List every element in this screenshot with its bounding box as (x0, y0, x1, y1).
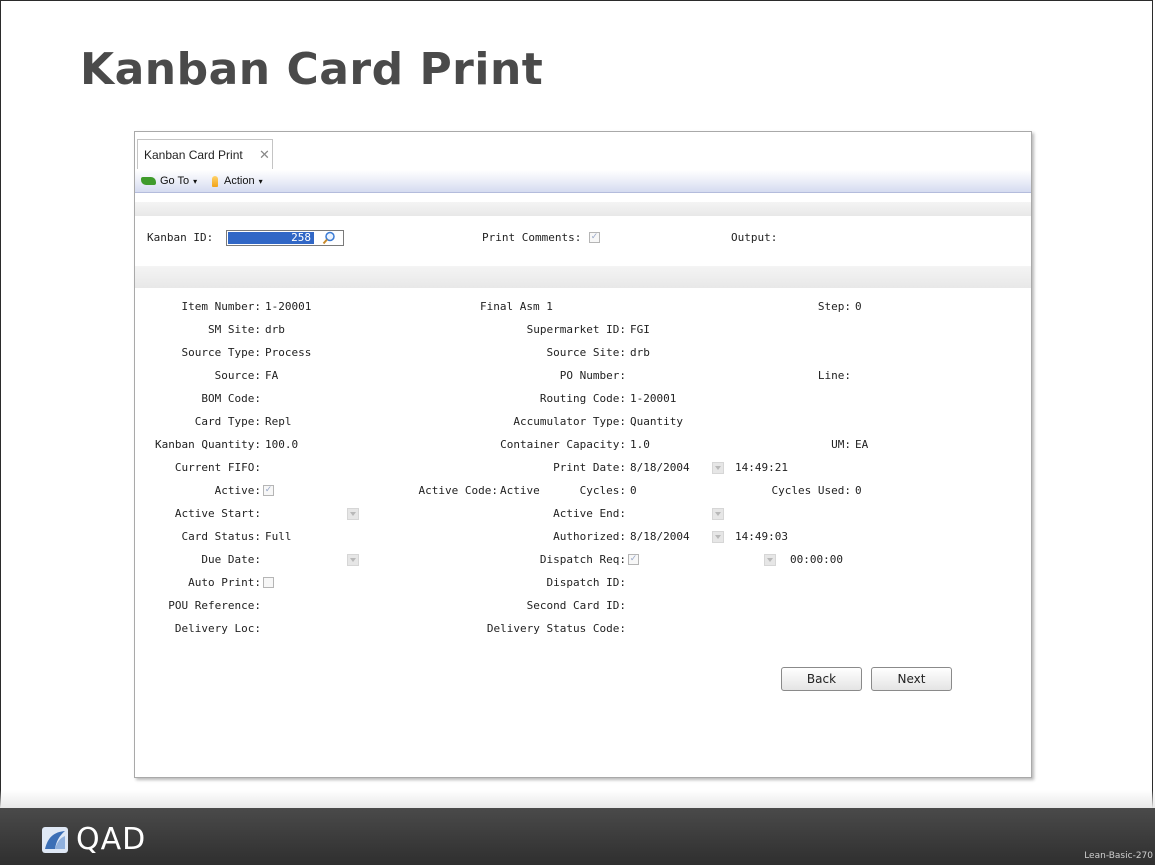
goto-menu[interactable]: Go To ▾ (141, 174, 197, 188)
authorized-time-value: 14:49:03 (735, 530, 788, 543)
cycles-value: 0 (630, 484, 637, 497)
kanban-quantity-label: Kanban Quantity: (155, 438, 261, 451)
accumulator-type-label: Accumulator Type: (513, 415, 626, 428)
item-number-value: 1-20001 (265, 300, 312, 313)
search-icon[interactable] (322, 231, 336, 245)
toolbar: Go To ▾ Action ▾ (135, 170, 1031, 193)
qad-logo-text: QAD (76, 822, 147, 857)
slide-title: Kanban Card Print (80, 44, 544, 95)
print-date-value: 8/18/2004 (630, 461, 690, 474)
next-button[interactable]: Next (871, 667, 952, 691)
delivery-loc-label: Delivery Loc: (174, 622, 261, 635)
source-type-label: Source Type: (181, 346, 261, 359)
due-date-dropdown[interactable] (347, 554, 359, 566)
print-comments-checkbox[interactable]: ✓ (589, 232, 600, 243)
second-card-id-label: Second Card ID: (526, 599, 626, 612)
authorized-value: 8/18/2004 (630, 530, 690, 543)
card-type-value: Repl (265, 415, 292, 428)
routing-code-value: 1-20001 (630, 392, 677, 405)
action-menu[interactable]: Action ▾ (212, 174, 263, 188)
active-checkbox[interactable]: ✓ (263, 485, 274, 496)
um-label: UM: (831, 438, 851, 451)
supermarket-id-value: FGI (630, 323, 650, 336)
lightbulb-icon (212, 175, 218, 187)
goto-arrow-icon (141, 177, 156, 186)
detail-band (135, 266, 1031, 288)
print-comments-label: Print Comments: (482, 231, 582, 244)
dispatch-req-checkbox[interactable]: ✓ (628, 554, 639, 565)
active-end-label: Active End: (553, 507, 626, 520)
back-button[interactable]: Back (781, 667, 862, 691)
cycles-label: Cycles: (579, 484, 626, 497)
cycles-used-value: 0 (855, 484, 862, 497)
source-site-value: drb (630, 346, 650, 359)
dispatch-time-value: 00:00:00 (790, 553, 843, 566)
cycles-used-label: Cycles Used: (771, 484, 851, 497)
due-date-label: Due Date: (201, 553, 261, 566)
active-end-dropdown[interactable] (712, 508, 724, 520)
footer-fade (0, 790, 1155, 808)
print-date-label: Print Date: (553, 461, 626, 474)
po-number-label: PO Number: (559, 369, 626, 382)
current-fifo-label: Current FIFO: (174, 461, 261, 474)
pou-reference-label: POU Reference: (168, 599, 261, 612)
step-label: Step: (817, 300, 851, 313)
app-window: Kanban Card Print ✕ Go To ▾ Action ▾ Kanba… (134, 131, 1032, 778)
goto-label: Go To (160, 175, 190, 187)
card-status-value: Full (265, 530, 292, 543)
kanban-quantity-value: 100.0 (265, 438, 299, 451)
output-label: Output: (731, 231, 778, 244)
source-label: Source: (214, 369, 261, 382)
sm-site-label: SM Site: (208, 323, 261, 336)
card-status-label: Card Status: (181, 530, 261, 543)
tab-label: Kanban Card Print (144, 148, 243, 162)
step-value: 0 (855, 300, 862, 313)
source-site-label: Source Site: (546, 346, 626, 359)
accumulator-type-value: Quantity (630, 415, 683, 428)
active-start-dropdown[interactable] (347, 508, 359, 520)
source-type-value: Process (265, 346, 312, 359)
sm-site-value: drb (265, 323, 285, 336)
delivery-status-code-label: Delivery Status Code: (486, 622, 626, 635)
page-id: Lean-Basic-270 (1084, 851, 1153, 861)
kanban-id-value: 258 (228, 232, 314, 244)
dispatch-time-dropdown[interactable] (764, 554, 776, 566)
card-type-label: Card Type: (194, 415, 261, 428)
kanban-id-label: Kanban ID: (147, 231, 214, 244)
chevron-down-icon: ▾ (258, 177, 263, 186)
print-date-dropdown[interactable] (712, 462, 724, 474)
active-start-label: Active Start: (174, 507, 261, 520)
tab-kanban-card-print[interactable]: Kanban Card Print ✕ (137, 139, 273, 169)
active-code-value: Active (500, 484, 540, 497)
auto-print-checkbox[interactable] (263, 577, 274, 588)
supermarket-id-label: Supermarket ID: (526, 323, 626, 336)
authorized-dropdown[interactable] (712, 531, 724, 543)
bom-code-label: BOM Code: (201, 392, 261, 405)
source-value: FA (265, 369, 279, 382)
close-icon[interactable]: ✕ (259, 140, 270, 170)
kanban-id-input[interactable]: 258 (226, 230, 344, 246)
item-number-label: Item Number: (181, 300, 261, 313)
dispatch-id-label: Dispatch ID: (546, 576, 626, 589)
qad-logo-icon (42, 827, 68, 853)
slide-footer (0, 808, 1155, 865)
chevron-down-icon: ▾ (193, 177, 198, 186)
action-label: Action (224, 175, 255, 187)
print-time-value: 14:49:21 (735, 461, 788, 474)
dispatch-req-label: Dispatch Req: (539, 553, 626, 566)
authorized-label: Authorized: (553, 530, 626, 543)
um-value: EA (855, 438, 869, 451)
container-capacity-value: 1.0 (630, 438, 650, 451)
line-label: Line: (817, 369, 851, 382)
routing-code-label: Routing Code: (539, 392, 626, 405)
item-description: Final Asm 1 (480, 300, 553, 313)
tab-bar: Kanban Card Print ✕ (135, 132, 1031, 171)
container-capacity-label: Container Capacity: (500, 438, 626, 451)
active-code-label: Active Code: (418, 484, 498, 497)
header-band (135, 202, 1031, 216)
active-label: Active: (214, 484, 261, 497)
auto-print-label: Auto Print: (188, 576, 261, 589)
